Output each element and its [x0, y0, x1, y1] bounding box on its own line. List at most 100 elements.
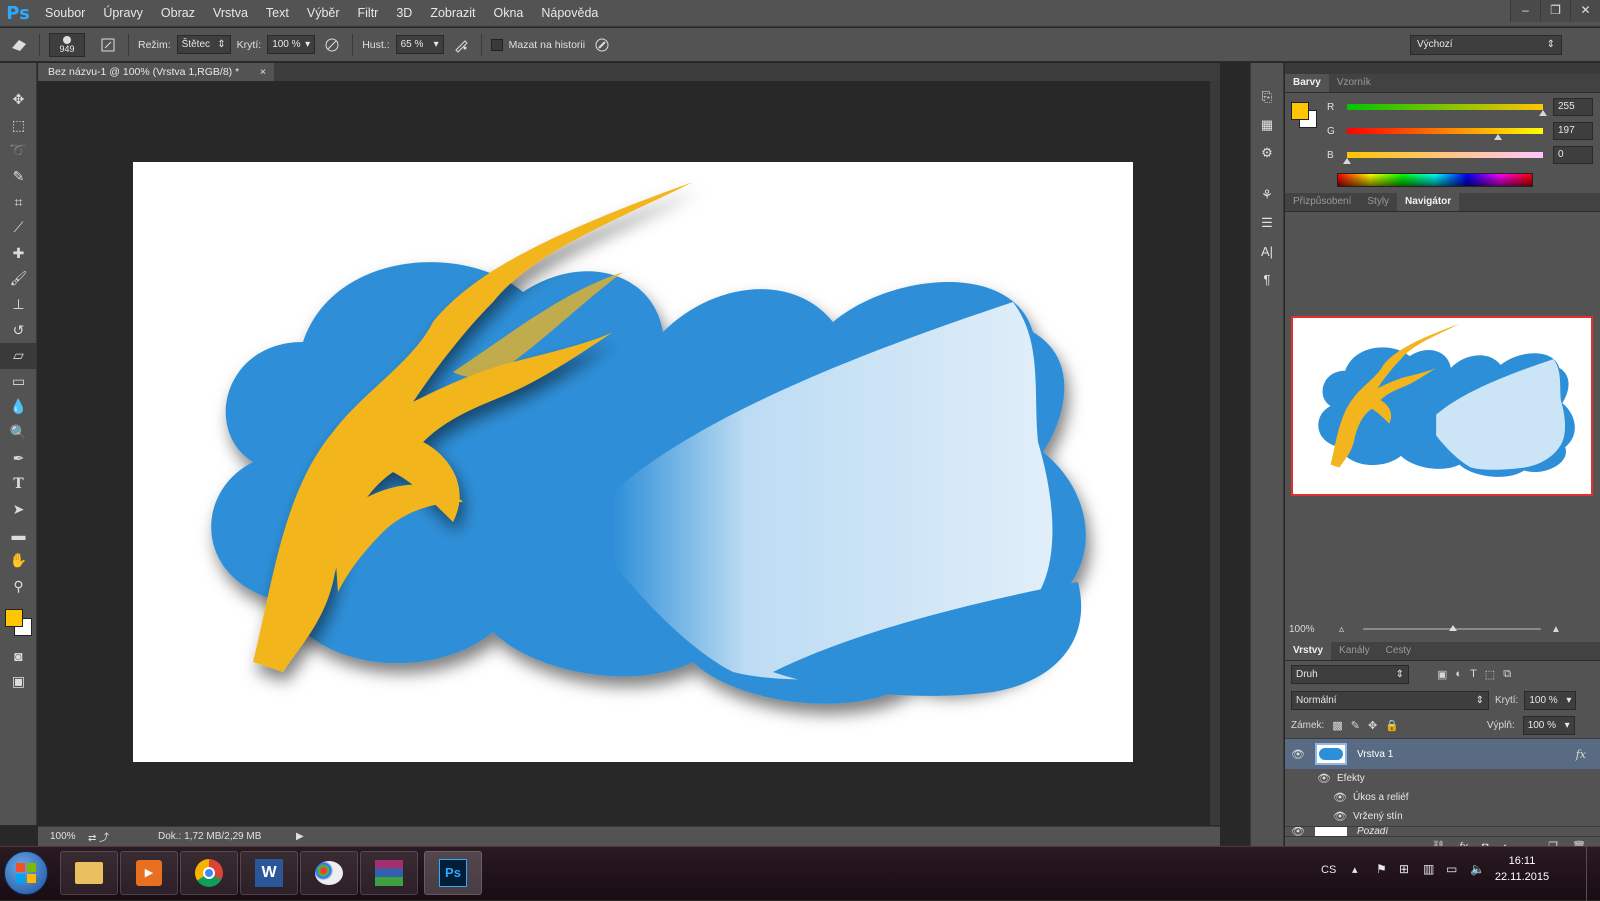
- brush-panel-toggle-icon[interactable]: [97, 34, 119, 56]
- move-tool-icon[interactable]: ✥: [0, 87, 37, 113]
- effects-eye-icon[interactable]: 👁: [1311, 772, 1337, 785]
- brush-tool-icon[interactable]: 🖌: [0, 266, 37, 292]
- blur-tool-icon[interactable]: 💧: [0, 394, 37, 420]
- marquee-tool-icon[interactable]: ⬚: [0, 113, 37, 139]
- gradient-tool-icon[interactable]: ▭: [0, 369, 37, 395]
- character-panel-icon[interactable]: A|: [1251, 237, 1283, 265]
- display-icon[interactable]: ▭: [1446, 862, 1457, 876]
- foreground-color-swatch[interactable]: [5, 608, 23, 627]
- background-eye-icon[interactable]: 👁: [1285, 827, 1311, 836]
- minimize-button[interactable]: –: [1510, 0, 1540, 22]
- type-tool-icon[interactable]: T: [0, 471, 37, 497]
- eyedropper-tool-icon[interactable]: ⟋: [0, 215, 37, 241]
- winrar-taskbar-icon[interactable]: [360, 851, 418, 895]
- paint-taskbar-icon[interactable]: [300, 851, 358, 895]
- menu-layer[interactable]: Vrstva: [204, 0, 257, 27]
- lock-transparency-icon[interactable]: ▩: [1332, 719, 1342, 732]
- mode-select[interactable]: Štětec ⇕: [176, 35, 231, 54]
- chevron-down-icon[interactable]: ▾: [1566, 692, 1571, 709]
- document-tab[interactable]: Bez názvu-1 @ 100% (Vrstva 1,RGB/8) * ×: [38, 63, 274, 81]
- menu-select[interactable]: Výběr: [298, 0, 349, 27]
- visibility-eye-icon[interactable]: 👁: [1285, 748, 1311, 761]
- hand-tool-icon[interactable]: ✋: [0, 548, 37, 574]
- show-desktop-button[interactable]: [1586, 847, 1600, 901]
- effect-row-drop-shadow[interactable]: 👁 Vržený stín: [1285, 807, 1600, 826]
- tab-close-icon[interactable]: ×: [260, 63, 266, 81]
- properties-panel-icon[interactable]: ⚙: [1251, 139, 1283, 167]
- layer-name[interactable]: Vrstva 1: [1357, 749, 1393, 760]
- red-value[interactable]: 255: [1553, 98, 1593, 116]
- status-menu-arrow-icon[interactable]: ▶: [296, 831, 304, 842]
- layer-opacity-field[interactable]: 100 % ▾: [1524, 690, 1577, 710]
- blue-slider[interactable]: [1343, 152, 1543, 164]
- canvas-scrollbar[interactable]: [1210, 81, 1220, 825]
- lock-pixels-icon[interactable]: ✎: [1351, 719, 1360, 732]
- navigator-preview[interactable]: [1291, 316, 1593, 496]
- rectangle-tool-icon[interactable]: ▬: [0, 522, 37, 548]
- tab-layers[interactable]: Vrstvy: [1285, 642, 1332, 660]
- menu-3d[interactable]: 3D: [387, 0, 421, 27]
- show-hidden-icons-icon[interactable]: ▴: [1352, 863, 1358, 876]
- green-slider[interactable]: [1347, 128, 1543, 140]
- chrome-taskbar-icon[interactable]: [180, 851, 238, 895]
- actions-panel-icon[interactable]: ▦: [1251, 111, 1283, 139]
- erase-to-history-checkbox[interactable]: [490, 38, 503, 51]
- healing-brush-tool-icon[interactable]: ✚: [0, 241, 37, 267]
- tab-paths[interactable]: Cesty: [1378, 642, 1420, 660]
- flow-field[interactable]: 65 % ▾: [395, 35, 444, 54]
- volume-icon[interactable]: 🔈: [1470, 862, 1485, 876]
- opacity-field[interactable]: 100 % ▾: [267, 35, 316, 54]
- menu-view[interactable]: Zobrazit: [421, 0, 484, 27]
- pressure-size-icon[interactable]: [591, 34, 613, 56]
- history-panel-icon[interactable]: ⎘: [1251, 83, 1283, 111]
- bevel-eye-icon[interactable]: 👁: [1327, 791, 1353, 804]
- zoom-tool-icon[interactable]: ⚲: [0, 573, 37, 599]
- navigator-zoom-thumb[interactable]: [1449, 625, 1457, 631]
- red-slider-thumb[interactable]: [1539, 110, 1547, 116]
- tab-styles[interactable]: Styly: [1359, 193, 1397, 211]
- menu-type[interactable]: Text: [257, 0, 298, 27]
- clock[interactable]: 16:11 22.11.2015: [1494, 853, 1550, 885]
- effect-row-bevel[interactable]: 👁 Úkos a reliéf: [1285, 788, 1600, 807]
- layer-fx-icon[interactable]: fx: [1576, 748, 1586, 761]
- screen-mode-icon[interactable]: ▣: [0, 668, 37, 694]
- brush-presets-icon[interactable]: ⚘: [1251, 181, 1283, 209]
- blue-slider-thumb[interactable]: [1343, 158, 1351, 164]
- filter-pixel-icon[interactable]: ▣: [1437, 668, 1447, 681]
- layer-row-vrstva-1[interactable]: 👁 Vrstva 1 fx: [1285, 739, 1600, 769]
- background-layer-name[interactable]: Pozadí: [1357, 827, 1388, 836]
- eraser-tool-icon[interactable]: ▱: [0, 342, 37, 369]
- tab-color[interactable]: Barvy: [1285, 74, 1329, 92]
- zoom-in-icon[interactable]: ▲: [1551, 624, 1561, 635]
- blue-value[interactable]: 0: [1553, 146, 1593, 164]
- crop-tool-icon[interactable]: ⌗: [0, 189, 37, 215]
- blend-mode-select[interactable]: Normální ⇕: [1291, 690, 1489, 710]
- tab-navigator[interactable]: Navigátor: [1397, 193, 1460, 211]
- adjustments-panel-icon[interactable]: ☰: [1251, 209, 1283, 237]
- close-button[interactable]: ✕: [1570, 0, 1600, 22]
- network-icon[interactable]: ▥: [1423, 862, 1434, 876]
- document-canvas[interactable]: [133, 162, 1133, 762]
- pressure-opacity-icon[interactable]: [321, 34, 343, 56]
- filter-type-icon[interactable]: T: [1470, 668, 1477, 680]
- pen-tool-icon[interactable]: ✒: [0, 445, 37, 471]
- photoshop-taskbar-icon[interactable]: Ps: [424, 851, 482, 895]
- green-slider-thumb[interactable]: [1494, 134, 1502, 140]
- paragraph-panel-icon[interactable]: ¶: [1251, 265, 1283, 293]
- chevron-down-icon[interactable]: ▾: [434, 36, 439, 53]
- lock-all-icon[interactable]: 🔒: [1385, 719, 1399, 732]
- green-value[interactable]: 197: [1553, 122, 1593, 140]
- effects-row[interactable]: 👁 Efekty: [1285, 769, 1600, 788]
- action-center-flag-icon[interactable]: ⚑: [1376, 862, 1387, 876]
- tab-channels[interactable]: Kanály: [1331, 642, 1378, 660]
- workspace-select[interactable]: Výchozí ⇕: [1410, 35, 1562, 55]
- layer-filter-select[interactable]: Druh ⇕: [1291, 664, 1409, 684]
- quick-selection-tool-icon[interactable]: ✎: [0, 164, 37, 190]
- fg-color-swatch[interactable]: [1291, 102, 1309, 120]
- explorer-taskbar-icon[interactable]: [60, 851, 118, 895]
- filter-smart-object-icon[interactable]: ⧉: [1503, 668, 1511, 681]
- tab-adjustments[interactable]: Přizpůsobení: [1285, 193, 1359, 211]
- menu-window[interactable]: Okna: [484, 0, 532, 27]
- eraser-tool-preset-icon[interactable]: [8, 34, 30, 56]
- clone-stamp-tool-icon[interactable]: ⊥: [0, 292, 37, 318]
